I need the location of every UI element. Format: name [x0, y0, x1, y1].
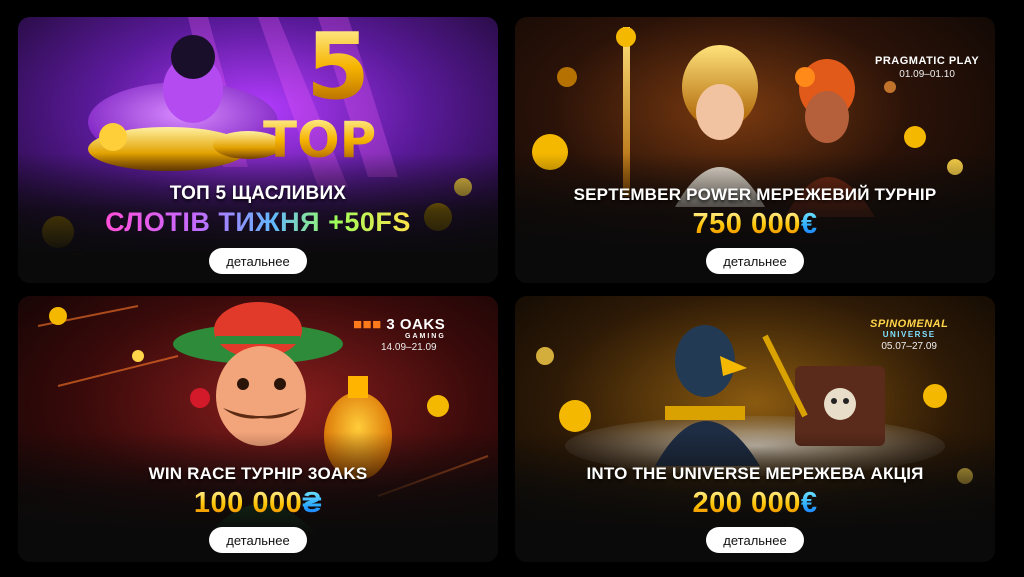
promo-card-into-the-universe[interactable]: SPINOMENAL UNIVERSE 05.07–27.09 INTO THE… [515, 296, 995, 562]
promo-card-win-race[interactable]: ■■■ 3 OAKS GAMING 14.09–21.09 WIN RACE Т… [18, 296, 498, 562]
promo-card-september-power[interactable]: PRAGMATIC PLAY 01.09–01.10 SEPTEMBER POW… [515, 17, 995, 283]
promo-highlight: СЛОТІВ ТИЖНЯ +50FS [105, 207, 411, 237]
details-button[interactable]: детальнее [209, 248, 307, 274]
promotions-grid: 5 TOP ТОП 5 ЩАСЛИВИХ СЛОТІВ ТИЖНЯ +50FS … [0, 0, 1024, 577]
provider-logo: ■■■ 3 OAKS GAMING 14.09–21.09 [353, 316, 446, 353]
promo-title: INTO THE UNIVERSE МЕРЕЖЕВА АКЦІЯ [586, 464, 924, 483]
provider-logo: PRAGMATIC PLAY 01.09–01.10 [875, 55, 980, 80]
promo-card-top5[interactable]: 5 TOP ТОП 5 ЩАСЛИВИХ СЛОТІВ ТИЖНЯ +50FS … [18, 17, 498, 283]
promo-title: ТОП 5 ЩАСЛИВИХ [169, 183, 347, 204]
details-button[interactable]: детальнее [706, 248, 804, 274]
details-button[interactable]: детальнее [209, 527, 307, 553]
details-button[interactable]: детальнее [706, 527, 804, 553]
provider-logo: SPINOMENAL UNIVERSE 05.07–27.09 [870, 318, 949, 352]
promo-title: SEPTEMBER POWER МЕРЕЖЕВИЙ ТУРНІР [573, 185, 937, 204]
prize-amount: 100 000₴ [193, 487, 323, 519]
promo-title: WIN RACE ТУРНІР 3OAKS [148, 464, 368, 483]
prize-amount: 750 000€ [692, 208, 818, 240]
badge-number: 5 [306, 17, 371, 120]
prize-amount: 200 000€ [692, 487, 818, 519]
